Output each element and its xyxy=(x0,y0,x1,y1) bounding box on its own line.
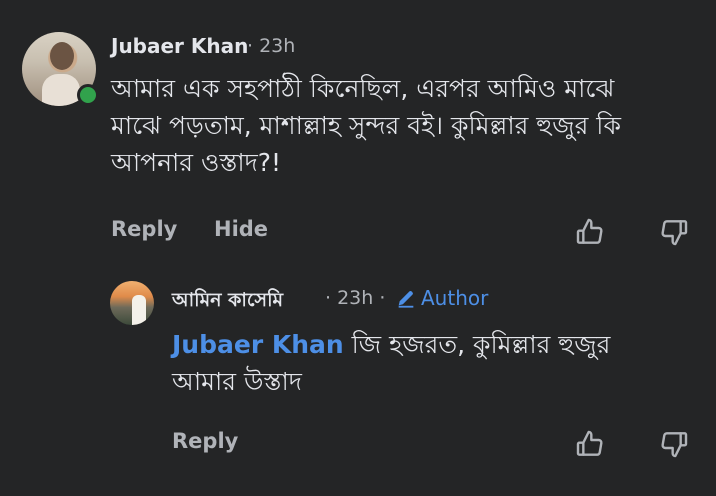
thumbs-up-icon xyxy=(576,430,603,456)
online-status-indicator xyxy=(77,84,99,106)
author-badge: Author xyxy=(395,286,488,310)
dislike-button[interactable] xyxy=(658,216,690,248)
avatar-figure xyxy=(132,295,146,325)
hide-button[interactable]: Hide xyxy=(214,217,268,241)
avatar-body xyxy=(42,74,80,106)
mention-link[interactable]: Jubaer Khan xyxy=(172,330,344,359)
thumbs-up-icon xyxy=(576,218,603,244)
reply-author-name[interactable]: আমিন কাসেমি xyxy=(172,286,283,318)
comment-timestamp[interactable]: · 23h xyxy=(247,35,295,57)
reply-button[interactable]: Reply xyxy=(111,217,177,241)
author-badge-label: Author xyxy=(421,286,489,310)
thumbs-down-icon xyxy=(661,432,688,458)
reply-dislike-button[interactable] xyxy=(658,428,690,460)
reply-like-button[interactable] xyxy=(574,428,606,460)
reply-avatar[interactable] xyxy=(110,281,154,325)
reply-text: Jubaer Khan জি হজরত, কুমিল্লার হুজুর আমা… xyxy=(172,326,672,400)
like-button[interactable] xyxy=(574,216,606,248)
reply-timestamp[interactable]: · 23h · xyxy=(325,287,385,309)
avatar-head xyxy=(50,42,74,70)
pencil-icon xyxy=(398,291,414,308)
comment-author-name[interactable]: Jubaer Khan xyxy=(111,34,248,58)
reply-reply-button[interactable]: Reply xyxy=(172,429,238,453)
comment-text: আমার এক সহপাঠী কিনেছিল, এরপর আমিও মাঝে ম… xyxy=(111,74,621,177)
thumbs-down-icon xyxy=(661,220,688,246)
